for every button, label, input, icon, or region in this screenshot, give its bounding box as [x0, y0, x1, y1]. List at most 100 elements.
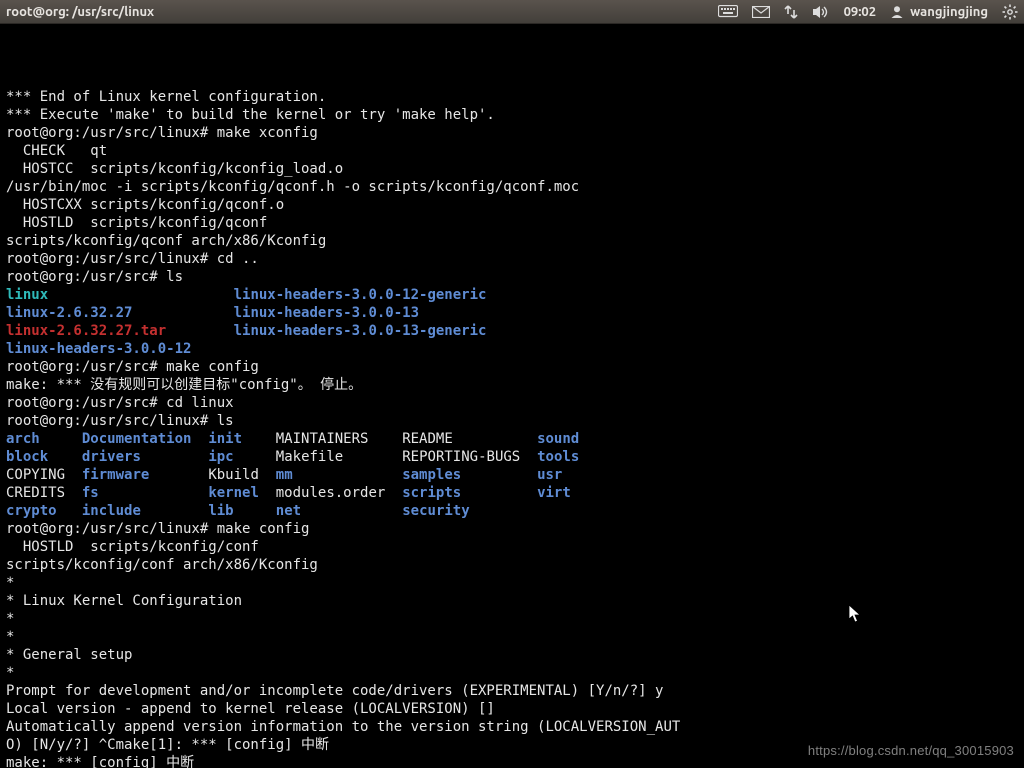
top-panel: root@org: /usr/src/linux 09:02 wangjingj… — [0, 0, 1024, 24]
terminal-line: root@org:/usr/src/linux# ls — [6, 412, 1018, 430]
terminal-line: root@org:/usr/src# make config — [6, 358, 1018, 376]
clock[interactable]: 09:02 — [844, 5, 877, 19]
terminal-text: * — [6, 629, 14, 645]
terminal-line: Prompt for development and/or incomplete… — [6, 682, 1018, 700]
terminal-text: * — [6, 575, 14, 591]
terminal-text: Kbuild — [208, 467, 259, 483]
terminal[interactable]: https://blog.csdn.net/qq_30015903 *** En… — [0, 24, 1024, 768]
terminal-line: *** Execute 'make' to build the kernel o… — [6, 106, 1018, 124]
terminal-line: HOSTCC scripts/kconfig/kconfig_load.o — [6, 160, 1018, 178]
terminal-text: sound — [537, 431, 579, 447]
terminal-text: * — [6, 611, 14, 627]
terminal-text: samples — [402, 467, 461, 483]
terminal-line: * General setup — [6, 646, 1018, 664]
terminal-text: fs — [82, 485, 99, 501]
terminal-text — [166, 323, 233, 339]
terminal-text: * Linux Kernel Configuration — [6, 593, 242, 609]
terminal-line: root@org:/usr/src/linux# make config — [6, 520, 1018, 538]
terminal-line: make: *** 没有规则可以创建目标"config"。 停止。 — [6, 376, 1018, 394]
terminal-text: virt — [537, 485, 571, 501]
terminal-line: * Linux Kernel Configuration — [6, 592, 1018, 610]
terminal-text: Local version - append to kernel release… — [6, 701, 495, 717]
terminal-text: *** End of Linux kernel configuration. — [6, 89, 326, 105]
username-label: wangjingjing — [910, 5, 988, 19]
terminal-text: linux — [6, 287, 48, 303]
terminal-text: make: *** [config] 中断 — [6, 755, 194, 768]
terminal-text — [368, 431, 402, 447]
terminal-text — [301, 503, 402, 519]
terminal-line: root@org:/usr/src/linux# cd .. — [6, 250, 1018, 268]
terminal-text — [191, 431, 208, 447]
terminal-line: *** End of Linux kernel configuration. — [6, 88, 1018, 106]
terminal-text: linux-headers-3.0.0-12 — [6, 341, 191, 357]
terminal-text: scripts/kconfig/conf arch/x86/Kconfig — [6, 557, 318, 573]
terminal-text: net — [276, 503, 301, 519]
terminal-text: drivers — [82, 449, 141, 465]
terminal-text: init — [208, 431, 242, 447]
terminal-line: root@org:/usr/src# cd linux — [6, 394, 1018, 412]
terminal-text: firmware — [82, 467, 149, 483]
terminal-text: MAINTAINERS — [276, 431, 369, 447]
terminal-text: tools — [537, 449, 579, 465]
terminal-text: arch — [6, 431, 40, 447]
terminal-text — [65, 467, 82, 483]
terminal-text: Documentation — [82, 431, 192, 447]
terminal-line: * — [6, 610, 1018, 628]
terminal-text: HOSTLD scripts/kconfig/conf — [6, 539, 259, 555]
user-icon — [890, 5, 904, 19]
network-icon[interactable] — [784, 4, 798, 20]
terminal-text: block — [6, 449, 48, 465]
terminal-text — [453, 431, 537, 447]
terminal-text: root@org:/usr/src/linux# ls — [6, 413, 234, 429]
terminal-text — [259, 467, 276, 483]
terminal-text: root@org:/usr/src# make config — [6, 359, 259, 375]
system-tray: 09:02 wangjingjing — [718, 4, 1018, 20]
keyboard-indicator-icon[interactable] — [718, 5, 738, 19]
terminal-text — [259, 485, 276, 501]
volume-icon[interactable] — [812, 5, 830, 19]
terminal-text: kernel — [208, 485, 259, 501]
terminal-text: root@org:/usr/src/linux# make config — [6, 521, 309, 537]
terminal-text: usr — [537, 467, 562, 483]
terminal-text — [48, 449, 82, 465]
user-menu[interactable]: wangjingjing — [890, 5, 988, 19]
mail-icon[interactable] — [752, 6, 770, 18]
terminal-line: linux linux-headers-3.0.0-12-generic — [6, 286, 1018, 304]
terminal-text: ipc — [208, 449, 233, 465]
terminal-line: root@org:/usr/src# ls — [6, 268, 1018, 286]
terminal-text: linux-headers-3.0.0-13 — [234, 305, 419, 321]
terminal-line: crypto include lib net security — [6, 502, 1018, 520]
terminal-text: /usr/bin/moc -i scripts/kconfig/qconf.h … — [6, 179, 579, 195]
terminal-text: modules.order — [276, 485, 386, 501]
terminal-text: CREDITS — [6, 485, 65, 501]
terminal-line: scripts/kconfig/conf arch/x86/Kconfig — [6, 556, 1018, 574]
terminal-text: mm — [276, 467, 293, 483]
terminal-text — [141, 503, 208, 519]
terminal-text — [40, 431, 82, 447]
terminal-text: Prompt for development and/or incomplete… — [6, 683, 663, 699]
terminal-text: root@org:/usr/src# ls — [6, 269, 183, 285]
watermark: https://blog.csdn.net/qq_30015903 — [808, 742, 1014, 760]
terminal-line: * — [6, 628, 1018, 646]
terminal-text: root@org:/usr/src/linux# cd .. — [6, 251, 259, 267]
terminal-line: linux-2.6.32.27.tar linux-headers-3.0.0-… — [6, 322, 1018, 340]
terminal-line: Automatically append version information… — [6, 718, 1018, 736]
terminal-text: root@org:/usr/src# cd linux — [6, 395, 234, 411]
terminal-text — [57, 503, 82, 519]
terminal-text: *** Execute 'make' to build the kernel o… — [6, 107, 495, 123]
terminal-text: make: *** 没有规则可以创建目标"config"。 停止。 — [6, 377, 362, 393]
terminal-text: linux-headers-3.0.0-13-generic — [234, 323, 487, 339]
terminal-text: HOSTCXX scripts/kconfig/qconf.o — [6, 197, 284, 213]
terminal-line: arch Documentation init MAINTAINERS READ… — [6, 430, 1018, 448]
terminal-line: linux-2.6.32.27 linux-headers-3.0.0-13 — [6, 304, 1018, 322]
terminal-line: linux-headers-3.0.0-12 — [6, 340, 1018, 358]
terminal-text: HOSTCC scripts/kconfig/kconfig_load.o — [6, 161, 343, 177]
terminal-text — [149, 467, 208, 483]
terminal-text: Makefile — [276, 449, 343, 465]
terminal-text: * General setup — [6, 647, 132, 663]
terminal-line: * — [6, 574, 1018, 592]
terminal-line: block drivers ipc Makefile REPORTING-BUG… — [6, 448, 1018, 466]
terminal-line: HOSTLD scripts/kconfig/qconf — [6, 214, 1018, 232]
session-gear-icon[interactable] — [1002, 4, 1018, 20]
terminal-text — [48, 287, 233, 303]
